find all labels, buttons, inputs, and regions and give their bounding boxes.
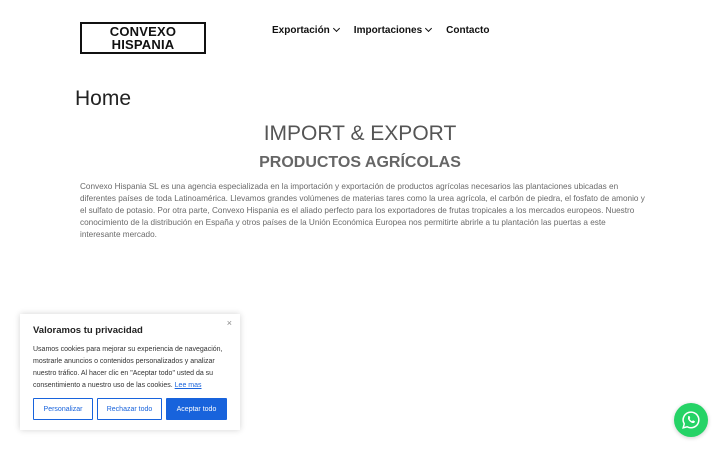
cookie-title: Valoramos tu privacidad <box>33 325 143 336</box>
main-nav: Exportación Importaciones Contacto <box>272 23 490 37</box>
close-icon[interactable]: × <box>227 318 232 328</box>
cookie-banner: × Valoramos tu privacidad Usamos cookies… <box>20 314 240 430</box>
sub-heading: PRODUCTOS AGRÍCOLAS <box>259 154 461 171</box>
nav-item-label: Contacto <box>446 24 490 36</box>
nav-item-importaciones[interactable]: Importaciones <box>353 23 433 37</box>
main-heading: IMPORT & EXPORT <box>263 122 457 145</box>
cookie-buttons: Personalizar Rechazar todo Aceptar todo <box>33 398 227 420</box>
chevron-down-icon <box>425 24 433 33</box>
reject-all-button[interactable]: Rechazar todo <box>97 398 162 420</box>
nav-item-label: Importaciones <box>353 24 423 36</box>
chevron-down-icon <box>332 24 340 33</box>
site-logo[interactable]: CONVEXO HISPANIA <box>80 22 206 54</box>
site-header: CONVEXO HISPANIA Exportación Importacion… <box>0 0 720 62</box>
nav-item-label: Exportación <box>272 24 330 36</box>
customize-button[interactable]: Personalizar <box>33 398 93 420</box>
logo-line-2: HISPANIA <box>111 37 175 52</box>
page-title: Home <box>75 87 132 110</box>
nav-item-contacto[interactable]: Contacto <box>446 23 489 37</box>
nav-item-exportacion[interactable]: Exportación <box>272 23 340 37</box>
cookie-read-more-link[interactable]: Lee mas <box>175 382 202 389</box>
accept-all-button[interactable]: Aceptar todo <box>166 398 227 420</box>
cookie-text: Usamos cookies para mejorar su experienc… <box>33 344 227 392</box>
whatsapp-chat-button[interactable] <box>674 403 708 437</box>
intro-paragraph: Convexo Hispania SL es una agencia espec… <box>80 182 645 239</box>
whatsapp-icon <box>682 411 700 429</box>
